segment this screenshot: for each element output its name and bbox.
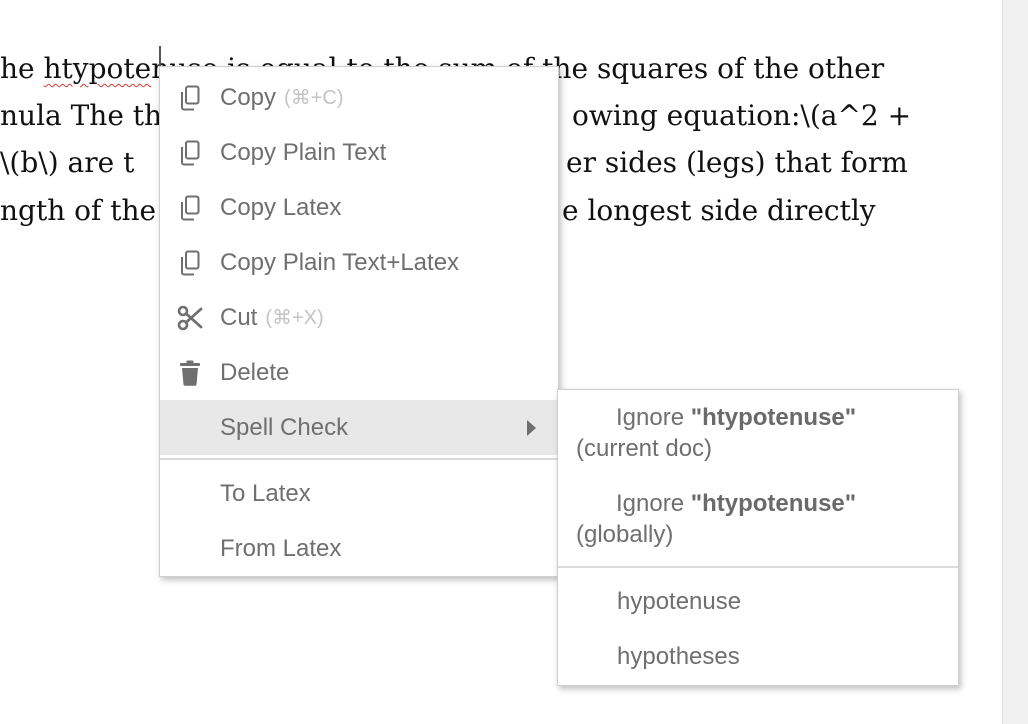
text-line-3-end: er sides (legs) that form [566,146,908,179]
from-latex-label: From Latex [220,534,342,562]
ignored-word: "htypotenuse" [690,490,857,517]
delete-menu-item[interactable]: Delete [160,345,558,400]
ignore-scope: (globally) [576,521,674,548]
to-latex-menu-item[interactable]: To Latex [160,466,558,521]
copy-latex-label: Copy Latex [220,193,342,221]
ignore-prefix: Ignore [616,404,691,431]
text-line-3[interactable]: \(b\) are t [0,146,134,180]
copy-label: Copy [220,83,277,111]
ignore-globally-item[interactable]: Ignore "htypotenuse" (globally) [558,488,958,550]
misspelled-word[interactable]: htypote [44,52,152,85]
copy-plain-text-menu-item[interactable]: Copy Plain Text [160,125,558,180]
trash-icon [160,360,220,386]
copy-plain-text-label: Copy Plain Text [220,138,387,166]
copy-icon [160,250,220,276]
text-line-2-tail[interactable]: owing equation:\(a^2 + [572,99,911,133]
submenu-divider [558,566,958,568]
copy-icon [160,195,220,221]
cut-shortcut: (⌘+X) [265,307,324,329]
to-latex-label: To Latex [220,479,311,507]
text-line-2-start: nula The the [0,99,179,132]
context-menu: Copy (⌘+C) Copy Plain Text Copy Latex Co… [159,66,559,577]
ignored-word: "htypotenuse" [690,404,857,431]
from-latex-menu-item[interactable]: From Latex [160,521,558,576]
suggestion-label: hypotheses [617,643,740,670]
copy-icon [160,85,220,111]
copy-plain-text-latex-label: Copy Plain Text+Latex [220,248,460,276]
spell-check-label: Spell Check [220,413,349,441]
text-line-4-tail[interactable]: e longest side directly [562,194,876,228]
text-line-4-end: e longest side directly [562,194,876,227]
suggestion-item[interactable]: hypotenuse [558,574,958,629]
copy-shortcut: (⌘+C) [284,87,344,109]
cut-menu-item[interactable]: Cut (⌘+X) [160,290,558,345]
text-line-2-end: owing equation:\(a^2 + [572,99,912,132]
copy-icon [160,140,220,166]
delete-label: Delete [220,358,290,386]
cut-label: Cut [220,303,258,331]
suggestion-item[interactable]: hypotheses [558,629,958,684]
text-line-3-start: \(b\) are t [0,146,135,179]
spell-check-submenu: Ignore "htypotenuse" (current doc) Ignor… [557,389,959,686]
vertical-scrollbar[interactable] [1002,0,1028,724]
ignore-prefix: Ignore [616,490,691,517]
copy-plain-text-latex-menu-item[interactable]: Copy Plain Text+Latex [160,235,558,290]
text-line-1-before: he [0,52,44,85]
suggestion-label: hypotenuse [617,588,742,615]
text-line-4[interactable]: ngth of the [0,194,156,228]
scissors-icon [160,305,220,331]
ignore-scope: (current doc) [576,435,713,462]
text-line-4-start: ngth of the [0,194,157,227]
text-line-3-tail[interactable]: er sides (legs) that form [566,146,908,180]
menu-divider [160,458,558,460]
chevron-right-icon [527,419,536,436]
spell-check-menu-item[interactable]: Spell Check [160,400,558,455]
ignore-current-doc-item[interactable]: Ignore "htypotenuse" (current doc) [558,402,958,464]
copy-menu-item[interactable]: Copy (⌘+C) [160,70,558,125]
text-line-2[interactable]: nula The the [0,99,179,133]
copy-latex-menu-item[interactable]: Copy Latex [160,180,558,235]
